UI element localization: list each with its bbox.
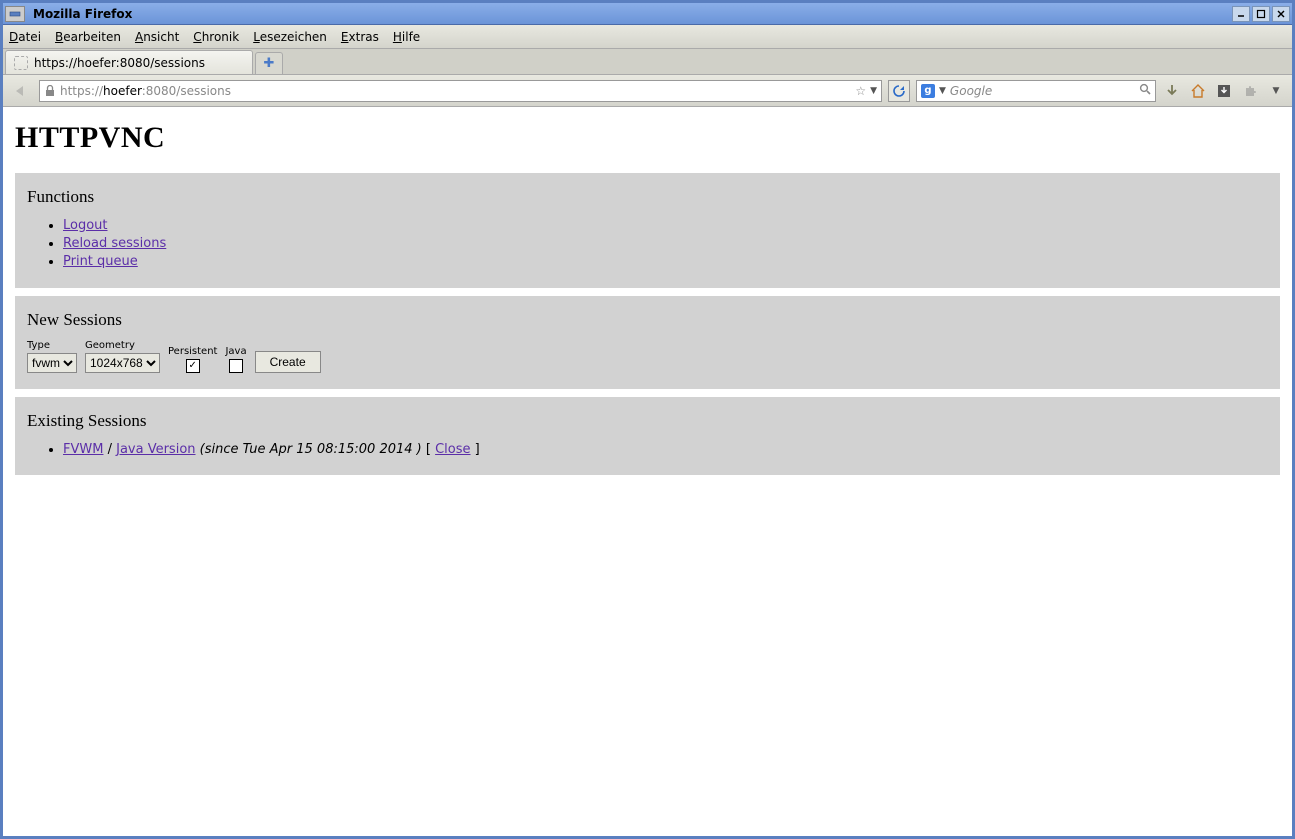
- geometry-label: Geometry: [85, 340, 160, 351]
- window-controls: [1232, 6, 1292, 22]
- functions-panel: Functions Logout Reload sessions Print q…: [15, 173, 1280, 288]
- page-content: HTTPVNC Functions Logout Reload sessions…: [3, 107, 1292, 836]
- persistent-checkbox[interactable]: ✓: [186, 359, 200, 373]
- type-label: Type: [27, 340, 77, 351]
- new-sessions-heading: New Sessions: [27, 310, 1272, 330]
- print-queue-link[interactable]: Print queue: [63, 254, 138, 269]
- lock-icon: [44, 85, 56, 97]
- existing-sessions-heading: Existing Sessions: [27, 411, 1272, 431]
- menu-bearbeiten[interactable]: Bearbeiten: [55, 30, 121, 44]
- maximize-button[interactable]: [1252, 6, 1270, 22]
- reload-button[interactable]: [888, 80, 910, 102]
- page-title: HTTPVNC: [15, 121, 1280, 155]
- download-box-icon[interactable]: [1214, 81, 1234, 101]
- home-icon[interactable]: [1188, 81, 1208, 101]
- search-box[interactable]: g ▼ Google: [916, 80, 1156, 102]
- window-title: Mozilla Firefox: [29, 7, 1232, 21]
- java-checkbox[interactable]: [229, 359, 243, 373]
- logout-link[interactable]: Logout: [63, 218, 108, 233]
- back-button[interactable]: [9, 80, 33, 102]
- navigation-toolbar: https://hoefer:8080/sessions ☆ ▼ g ▼ Goo…: [3, 75, 1292, 107]
- menu-lesezeichen[interactable]: Lesezeichen: [253, 30, 327, 44]
- session-fvwm-link[interactable]: FVWM: [63, 442, 103, 457]
- window-titlebar: Mozilla Firefox: [3, 3, 1292, 25]
- tab-label: https://hoefer:8080/sessions: [34, 56, 205, 70]
- bookmark-star-icon[interactable]: ☆: [855, 84, 866, 98]
- java-label: Java: [225, 346, 246, 357]
- geometry-select[interactable]: 1024x768: [85, 353, 160, 373]
- search-placeholder: Google: [950, 84, 1135, 98]
- menu-chronik[interactable]: Chronik: [193, 30, 239, 44]
- persistent-label: Persistent: [168, 346, 217, 357]
- session-java-link[interactable]: Java Version: [116, 442, 195, 457]
- addon-puzzle-icon[interactable]: [1240, 81, 1260, 101]
- menu-ansicht[interactable]: Ansicht: [135, 30, 179, 44]
- search-engine-icon[interactable]: g: [921, 84, 935, 98]
- new-sessions-panel: New Sessions Type fvwm Geometry 1024x768…: [15, 296, 1280, 389]
- menu-datei[interactable]: Datei: [9, 30, 41, 44]
- minimize-button[interactable]: [1232, 6, 1250, 22]
- toolbar-dropdown-icon[interactable]: ▼: [1266, 81, 1286, 101]
- session-item: FVWM / Java Version (since Tue Apr 15 08…: [63, 441, 1272, 459]
- search-submit-icon[interactable]: [1139, 83, 1151, 98]
- session-since-text: (since Tue Apr 15 08:15:00 2014 ): [200, 442, 422, 457]
- system-menu-icon[interactable]: [5, 6, 25, 22]
- tab-bar: https://hoefer:8080/sessions ✚: [3, 49, 1292, 75]
- existing-sessions-panel: Existing Sessions FVWM / Java Version (s…: [15, 397, 1280, 475]
- type-select[interactable]: fvwm: [27, 353, 77, 373]
- reload-sessions-link[interactable]: Reload sessions: [63, 236, 166, 251]
- functions-heading: Functions: [27, 187, 1272, 207]
- menu-extras[interactable]: Extras: [341, 30, 379, 44]
- url-bar[interactable]: https://hoefer:8080/sessions ☆ ▼: [39, 80, 882, 102]
- menu-hilfe[interactable]: Hilfe: [393, 30, 420, 44]
- url-text: https://hoefer:8080/sessions: [60, 84, 851, 98]
- search-engine-dropdown-icon[interactable]: ▼: [939, 86, 946, 96]
- close-button[interactable]: [1272, 6, 1290, 22]
- create-button[interactable]: Create: [255, 351, 321, 373]
- url-dropdown-icon[interactable]: ▼: [870, 86, 877, 96]
- menubar: Datei Bearbeiten Ansicht Chronik Lesezei…: [3, 25, 1292, 49]
- browser-tab[interactable]: https://hoefer:8080/sessions: [5, 50, 253, 74]
- favicon-placeholder-icon: [14, 56, 28, 70]
- new-tab-button[interactable]: ✚: [255, 52, 283, 74]
- session-close-link[interactable]: Close: [435, 442, 470, 457]
- downloads-arrow-icon[interactable]: [1162, 81, 1182, 101]
